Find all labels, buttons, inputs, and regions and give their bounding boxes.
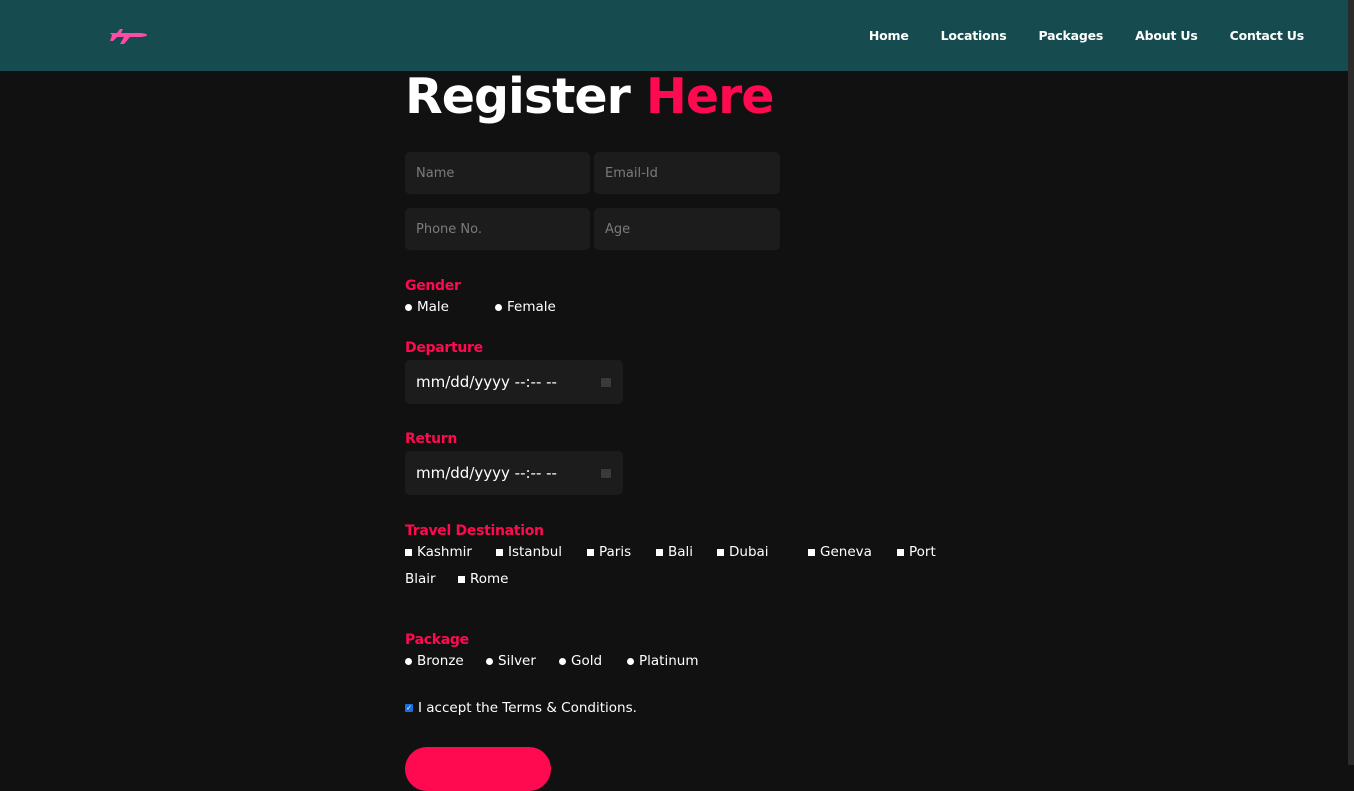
package-label: Package: [405, 632, 469, 648]
destination-istanbul[interactable]: Istanbul: [496, 544, 562, 560]
package-gold-option[interactable]: Gold: [559, 653, 602, 669]
destination-kashmir[interactable]: Kashmir: [405, 544, 472, 560]
destination-geneva[interactable]: Geneva: [808, 544, 872, 560]
nav-packages[interactable]: Packages: [1038, 28, 1103, 43]
checkbox-icon[interactable]: [587, 548, 594, 556]
date-value: mm/dd/yyyy --:-- --: [416, 464, 557, 482]
package-silver-option[interactable]: Silver: [486, 653, 536, 669]
phone-input[interactable]: [405, 208, 590, 250]
destination-port-blair[interactable]: Port: [897, 544, 936, 560]
option-label: Kashmir: [417, 544, 472, 560]
option-label: Platinum: [639, 653, 699, 669]
destination-bali[interactable]: Bali: [656, 544, 693, 560]
checkbox-icon[interactable]: [808, 548, 815, 556]
option-label: Silver: [498, 653, 536, 669]
calendar-icon[interactable]: [600, 376, 612, 388]
calendar-icon[interactable]: [600, 467, 612, 479]
option-label: Dubai: [729, 544, 769, 560]
radio-icon[interactable]: [405, 303, 412, 311]
option-label: Bali: [668, 544, 694, 560]
destination-rome[interactable]: Rome: [458, 571, 509, 587]
nav-about-us[interactable]: About Us: [1135, 28, 1198, 43]
email-input[interactable]: [594, 152, 780, 194]
nav-locations[interactable]: Locations: [941, 28, 1007, 43]
gender-female-option[interactable]: Female: [495, 299, 556, 315]
option-label: Port: [909, 544, 936, 560]
package-bronze-option[interactable]: Bronze: [405, 653, 464, 669]
destination-port-blair-wrap: Blair: [405, 571, 436, 587]
radio-icon[interactable]: [559, 657, 566, 665]
checkbox-icon[interactable]: [717, 548, 724, 556]
checkbox-icon[interactable]: [496, 548, 503, 556]
radio-icon[interactable]: [495, 303, 502, 311]
nav-links: Home Locations Packages About Us Contact…: [837, 0, 1304, 71]
option-label: Geneva: [820, 544, 872, 560]
checkbox-icon[interactable]: [405, 548, 412, 556]
terms-checkbox[interactable]: ✓ I accept the Terms & Conditions.: [405, 700, 637, 716]
page-title: Register Here: [405, 68, 775, 125]
radio-icon[interactable]: [405, 657, 412, 665]
scrollbar[interactable]: [1348, 0, 1354, 765]
destination-label: Travel Destination: [405, 523, 544, 539]
departure-date-input[interactable]: mm/dd/yyyy --:-- --: [405, 360, 623, 404]
option-label: Istanbul: [508, 544, 563, 560]
airplane-icon[interactable]: [108, 24, 148, 46]
option-label: Gold: [571, 653, 603, 669]
age-input[interactable]: [594, 208, 780, 250]
option-label: Female: [507, 299, 556, 315]
gender-male-option[interactable]: Male: [405, 299, 449, 315]
checkbox-icon[interactable]: [458, 575, 465, 583]
checkmark-icon[interactable]: ✓: [405, 704, 413, 712]
option-label: Rome: [470, 571, 509, 587]
package-platinum-option[interactable]: Platinum: [627, 653, 698, 669]
option-label: Male: [417, 299, 449, 315]
checkbox-icon[interactable]: [656, 548, 663, 556]
radio-icon[interactable]: [627, 657, 634, 665]
option-label: Paris: [599, 544, 632, 560]
terms-label: I accept the Terms & Conditions.: [418, 700, 637, 716]
destination-paris[interactable]: Paris: [587, 544, 631, 560]
option-label: Blair: [405, 571, 436, 587]
return-label: Return: [405, 431, 458, 447]
radio-icon[interactable]: [486, 657, 493, 665]
title-accent: Here: [645, 68, 775, 125]
checkbox-icon[interactable]: [897, 548, 904, 556]
title-main: Register: [405, 68, 631, 125]
name-input[interactable]: [405, 152, 590, 194]
nav-home[interactable]: Home: [869, 28, 909, 43]
navbar: Home Locations Packages About Us Contact…: [0, 0, 1354, 71]
submit-button[interactable]: [405, 747, 551, 791]
destination-dubai[interactable]: Dubai: [717, 544, 769, 560]
date-value: mm/dd/yyyy --:-- --: [416, 373, 557, 391]
departure-label: Departure: [405, 340, 483, 356]
nav-contact-us[interactable]: Contact Us: [1230, 28, 1305, 43]
option-label: Bronze: [417, 653, 464, 669]
gender-label: Gender: [405, 278, 461, 294]
return-date-input[interactable]: mm/dd/yyyy --:-- --: [405, 451, 623, 495]
